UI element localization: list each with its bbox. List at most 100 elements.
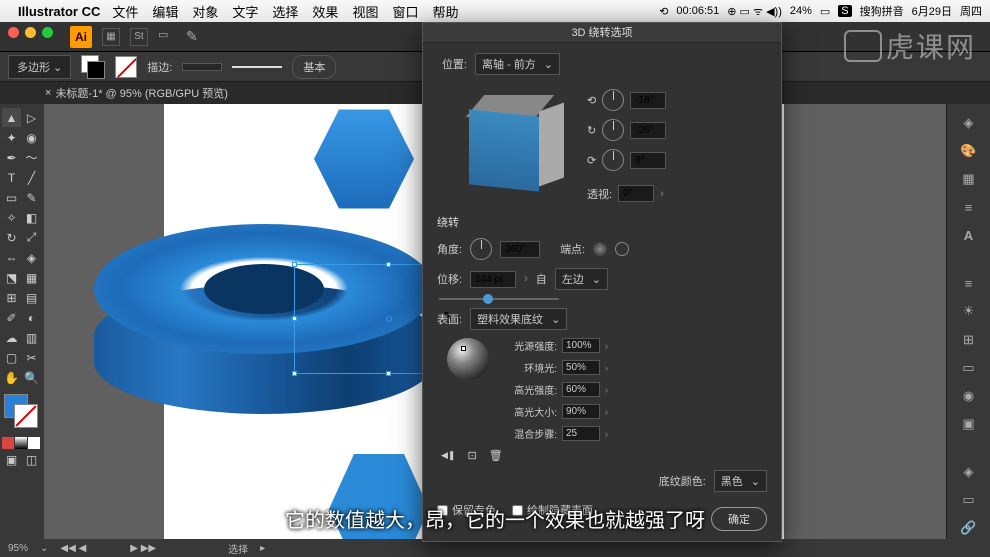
properties-panel-icon[interactable]: ◈	[956, 112, 982, 134]
persp-arrow[interactable]: ›	[660, 188, 664, 200]
shape-selector[interactable]: 多边形 ⌄	[8, 55, 71, 79]
offset-arrow[interactable]: ›	[524, 273, 528, 285]
none-mode[interactable]	[28, 437, 40, 449]
perspective-tool[interactable]: ▦	[22, 268, 41, 287]
light-back-icon[interactable]: ◀❚	[441, 450, 455, 461]
bridge-icon[interactable]: ▦	[102, 28, 120, 46]
free-transform-tool[interactable]: ◈	[22, 248, 41, 267]
eraser-tool[interactable]: ◧	[22, 208, 41, 227]
sel-arrow[interactable]: ▸	[260, 543, 265, 554]
brush-tool[interactable]: ✎	[22, 188, 41, 207]
nav-prev[interactable]: ◀◀ ◀	[60, 543, 86, 554]
mesh-tool[interactable]: ⊞	[2, 288, 21, 307]
blend-steps-value[interactable]: 25	[562, 426, 600, 441]
slice-tool[interactable]: ✂	[22, 348, 41, 367]
layers-panel-icon[interactable]: ◈	[956, 461, 982, 483]
zoom-level[interactable]: 95%	[8, 543, 28, 554]
artboards-panel-icon[interactable]: ▭	[956, 489, 982, 511]
arrange-icon[interactable]: ▭	[158, 28, 176, 46]
hexagon-top[interactable]	[314, 104, 414, 214]
pen-tool[interactable]: ✒	[2, 148, 21, 167]
zoom-arrow[interactable]: ⌄	[40, 543, 48, 554]
brush-icon[interactable]: ✎	[186, 28, 198, 45]
persp-input[interactable]	[618, 185, 654, 202]
offset-slider[interactable]: ↖	[439, 298, 559, 300]
rot-z-dial[interactable]	[602, 149, 624, 171]
highlight-size-value[interactable]: 90%	[562, 404, 600, 419]
menu-window[interactable]: 窗口	[392, 2, 418, 21]
menu-file[interactable]: 文件	[112, 2, 138, 21]
zoom-tool[interactable]: 🔍	[22, 368, 41, 387]
ok-button[interactable]: 确定	[711, 507, 767, 531]
stroke-panel-icon[interactable]: ≡	[956, 272, 982, 294]
basic-button[interactable]: 基本	[292, 55, 336, 79]
screen-mode[interactable]: ▣	[2, 450, 21, 469]
angle-dial[interactable]	[470, 238, 492, 260]
menu-edit[interactable]: 编辑	[152, 2, 178, 21]
stock-icon[interactable]: St	[130, 28, 148, 46]
symbols-panel-icon[interactable]: ☀	[956, 300, 982, 322]
no-stroke-icon[interactable]	[115, 56, 137, 78]
position-select[interactable]: 离轴 - 前方	[475, 53, 560, 75]
scale-tool[interactable]: ⤢	[22, 228, 41, 247]
fill-stroke-tool[interactable]	[4, 394, 40, 430]
cap-on-icon[interactable]	[593, 242, 607, 256]
graphic-styles-panel-icon[interactable]: ▣	[956, 413, 982, 435]
from-select[interactable]: 左边	[555, 268, 608, 290]
symbol-tool[interactable]: ☁	[2, 328, 21, 347]
transform-panel-icon[interactable]: ⊞	[956, 329, 982, 351]
eyedropper-tool[interactable]: ✐	[2, 308, 21, 327]
artboard-tool[interactable]: ▢	[2, 348, 21, 367]
nav-next[interactable]: ▶ ▶▶	[130, 543, 156, 554]
highlight-intensity-value[interactable]: 60%	[562, 382, 600, 397]
menu-select[interactable]: 选择	[272, 2, 298, 21]
shading-color-select[interactable]: 黑色	[714, 470, 767, 492]
menu-text[interactable]: 文字	[232, 2, 258, 21]
light-intensity-value[interactable]: 100%	[562, 338, 600, 353]
color-panel-icon[interactable]: 🎨	[956, 140, 982, 162]
rot-y-dial[interactable]	[602, 119, 624, 141]
curve-tool[interactable]: ～	[22, 148, 41, 167]
ime[interactable]: 搜狗拼音	[860, 3, 904, 19]
minimize-window[interactable]	[25, 27, 36, 38]
swatches-panel-icon[interactable]: ▦	[956, 168, 982, 190]
angle-input[interactable]	[500, 241, 540, 258]
rot-x-input[interactable]	[630, 92, 666, 109]
maximize-window[interactable]	[42, 27, 53, 38]
delete-light-icon[interactable]: 🗑	[489, 449, 503, 462]
new-light-icon[interactable]: ⊡	[467, 449, 476, 462]
hand-tool[interactable]: ✋	[2, 368, 21, 387]
stroke-weight[interactable]	[182, 63, 222, 71]
surface-select[interactable]: 塑料效果底纹	[470, 308, 567, 330]
type-panel-icon[interactable]: A	[956, 225, 982, 247]
align-panel-icon[interactable]: ▭	[956, 357, 982, 379]
close-tab-icon[interactable]: ×	[45, 87, 51, 99]
ime-badge[interactable]: S	[838, 5, 851, 17]
ambient-value[interactable]: 50%	[562, 360, 600, 375]
rectangle-tool[interactable]: ▭	[2, 188, 21, 207]
rotation-cube[interactable]	[457, 83, 567, 193]
appearance-panel-icon[interactable]: ◉	[956, 385, 982, 407]
menu-object[interactable]: 对象	[192, 2, 218, 21]
lasso-tool[interactable]: ◉	[22, 128, 41, 147]
width-tool[interactable]: ⇔	[2, 248, 21, 267]
shaper-tool[interactable]: ✧	[2, 208, 21, 227]
shape-builder-tool[interactable]: ⬔	[2, 268, 21, 287]
rot-x-dial[interactable]	[602, 89, 624, 111]
type-tool[interactable]: T	[2, 168, 21, 187]
stroke-line-icon[interactable]	[232, 66, 282, 68]
close-window[interactable]	[8, 27, 19, 38]
cap-off-icon[interactable]	[615, 242, 629, 256]
menu-effect[interactable]: 效果	[312, 2, 338, 21]
rot-y-input[interactable]	[630, 122, 666, 139]
rot-z-input[interactable]	[630, 152, 666, 169]
links-panel-icon[interactable]: 🔗	[956, 517, 982, 539]
brushes-panel-icon[interactable]: ≡	[956, 196, 982, 218]
gradient-mode[interactable]	[15, 437, 27, 449]
menu-help[interactable]: 帮助	[432, 2, 458, 21]
offset-input[interactable]	[470, 271, 516, 288]
rotate-tool[interactable]: ↻	[2, 228, 21, 247]
selection-tool[interactable]: ▲	[2, 108, 21, 127]
line-tool[interactable]: ╱	[22, 168, 41, 187]
blend-tool[interactable]: ◐	[22, 308, 41, 327]
